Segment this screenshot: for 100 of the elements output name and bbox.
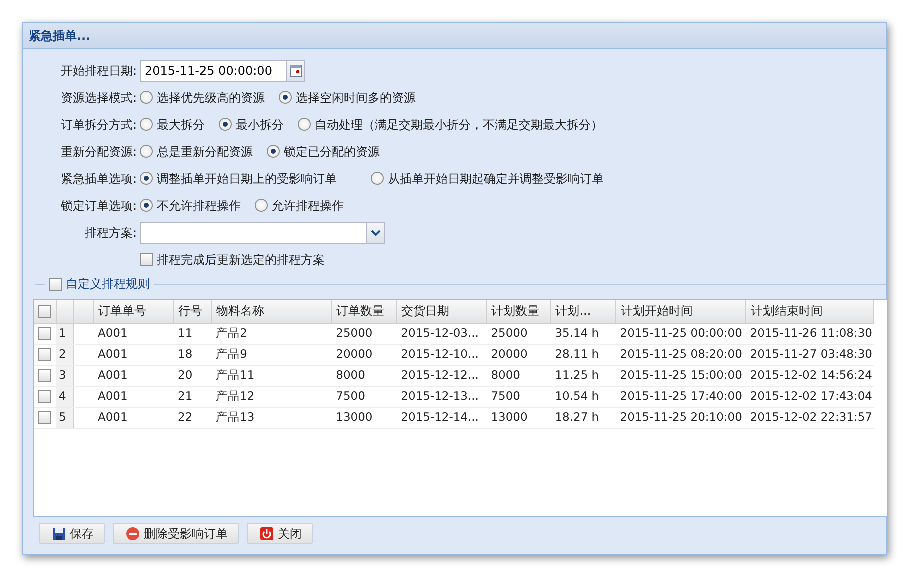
calendar-button[interactable] <box>287 60 305 82</box>
table-cell: 2015-11-25 15:00:00 <box>615 365 746 386</box>
table-cell: 13000 <box>331 407 396 428</box>
option-label: 总是重新分配资源 <box>157 144 253 160</box>
radio-button[interactable] <box>140 145 153 158</box>
table-cell: 18.27 h <box>550 407 616 428</box>
row-number: 2 <box>56 344 73 365</box>
row-checkbox[interactable] <box>38 327 51 340</box>
table-cell: 7500 <box>486 386 550 407</box>
caret-icon <box>370 230 380 236</box>
table-cell: A001 <box>93 323 174 344</box>
field-label: 紧急插单选项: <box>60 170 138 188</box>
field-label: 锁定订单选项: <box>60 198 138 214</box>
table-cell: 2015-11-26 11:08:30 <box>745 323 874 344</box>
table-cell: 7500 <box>331 386 396 407</box>
radio-button[interactable] <box>140 91 153 104</box>
radio-button[interactable] <box>140 118 153 131</box>
radio-button[interactable] <box>371 172 384 185</box>
table-cell: 20000 <box>331 344 396 365</box>
table-cell: 产品2 <box>211 323 332 344</box>
table-cell: 21 <box>173 386 212 407</box>
table-cell: 2015-12-02 14:56:24 <box>745 365 874 386</box>
row-checkbox[interactable] <box>38 390 51 404</box>
field-label: 重新分配资源: <box>60 144 138 160</box>
radio-button[interactable] <box>140 172 153 185</box>
save-button[interactable]: 保存 <box>39 523 105 544</box>
row-checkbox[interactable] <box>38 369 51 382</box>
checkbox[interactable] <box>140 253 153 266</box>
table-cell: 13000 <box>486 407 550 428</box>
checkbox-label: 排程完成后更新选定的排程方案 <box>157 252 325 268</box>
option-label: 选择空闲时间多的资源 <box>296 90 416 106</box>
table-cell: A001 <box>93 407 174 428</box>
table-cell: 11 <box>173 323 212 344</box>
radio-button[interactable] <box>140 199 153 212</box>
table-cell: 2015-12-10... <box>396 344 486 365</box>
table-cell: 2015-11-25 00:00:00 <box>615 323 746 344</box>
row-number: 3 <box>56 365 73 386</box>
table-cell: 25000 <box>331 323 396 344</box>
column-header[interactable]: 计划开始时间 <box>615 300 746 323</box>
dropdown-button[interactable] <box>367 222 385 244</box>
option-label: 从插单开始日期起确定并调整受影响订单 <box>388 170 604 188</box>
table-cell: 10.54 h <box>550 386 616 407</box>
table-cell: 18 <box>173 344 212 365</box>
column-header[interactable]: 计划结束时间 <box>745 300 874 323</box>
column-header[interactable]: 订单单号 <box>93 300 174 323</box>
table-cell: 2015-12-14... <box>396 407 486 428</box>
table-cell: A001 <box>93 344 174 365</box>
option-label: 选择优先级高的资源 <box>157 90 265 106</box>
table-cell: A001 <box>93 365 174 386</box>
option-label: 不允许排程操作 <box>157 198 241 214</box>
field-label: 订单拆分方式: <box>60 116 138 134</box>
option-label: 调整插单开始日期上的受影响订单 <box>157 170 337 188</box>
table-cell: 28.11 h <box>550 344 616 365</box>
fieldset-legend: 自定义排程规则 <box>66 275 150 293</box>
table-cell: 11.25 h <box>550 365 616 386</box>
table-cell: 35.14 h <box>550 323 616 344</box>
radio-button[interactable] <box>219 118 232 131</box>
row-checkbox[interactable] <box>38 411 51 424</box>
radio-button[interactable] <box>279 91 292 104</box>
column-header[interactable]: 计划数量 <box>486 300 550 323</box>
table-cell: 产品13 <box>211 407 332 428</box>
row-number: 1 <box>56 323 73 344</box>
table-cell: 产品11 <box>211 365 332 386</box>
row-number: 5 <box>56 407 73 428</box>
table-cell: 8000 <box>331 365 396 386</box>
option-label: 锁定已分配的资源 <box>284 144 380 160</box>
table-cell: 2015-12-13... <box>396 386 486 407</box>
table-cell: 2015-12-02 22:31:57 <box>745 407 874 428</box>
column-header[interactable]: 交货日期 <box>396 300 486 323</box>
calendar-icon <box>290 64 302 76</box>
field-label: 排程方案: <box>84 224 138 242</box>
table-cell: 2015-12-03... <box>396 323 486 344</box>
close-button[interactable]: 关闭 <box>247 523 313 544</box>
table-cell: 2015-12-02 17:43:04 <box>745 386 874 407</box>
select-all-checkbox[interactable] <box>38 305 51 318</box>
column-header[interactable]: 计划... <box>550 300 616 323</box>
table-cell: 20 <box>173 365 212 386</box>
option-label: 最小拆分 <box>236 116 284 134</box>
table-cell: 产品12 <box>211 386 332 407</box>
radio-button[interactable] <box>298 118 311 131</box>
table-cell: 2015-11-25 08:20:00 <box>615 344 746 365</box>
checkbox[interactable] <box>49 278 62 290</box>
table-cell: 2015-11-27 03:48:30 <box>745 344 874 365</box>
option-label: 自动处理（满足交期最小折分，不满足交期最大拆分） <box>315 116 603 134</box>
table-cell: A001 <box>93 386 174 407</box>
column-header[interactable]: 行号 <box>173 300 212 323</box>
delete-button[interactable]: 删除受影响订单 <box>113 523 239 544</box>
column-header[interactable]: 物料名称 <box>211 300 332 323</box>
radio-button[interactable] <box>267 145 280 158</box>
table-cell: 8000 <box>486 365 550 386</box>
date-field[interactable]: 2015-11-25 00:00:00 <box>140 60 287 82</box>
option-label: 允许排程操作 <box>272 198 344 214</box>
minus-circle-icon <box>126 526 140 540</box>
table-cell: 20000 <box>486 344 550 365</box>
row-checkbox[interactable] <box>38 348 51 362</box>
window-title: 紧急插单... <box>23 23 886 49</box>
column-header[interactable]: 订单数量 <box>331 300 396 323</box>
power-icon <box>260 526 274 540</box>
radio-button[interactable] <box>255 199 268 212</box>
field-label: 资源选择模式: <box>60 90 138 106</box>
